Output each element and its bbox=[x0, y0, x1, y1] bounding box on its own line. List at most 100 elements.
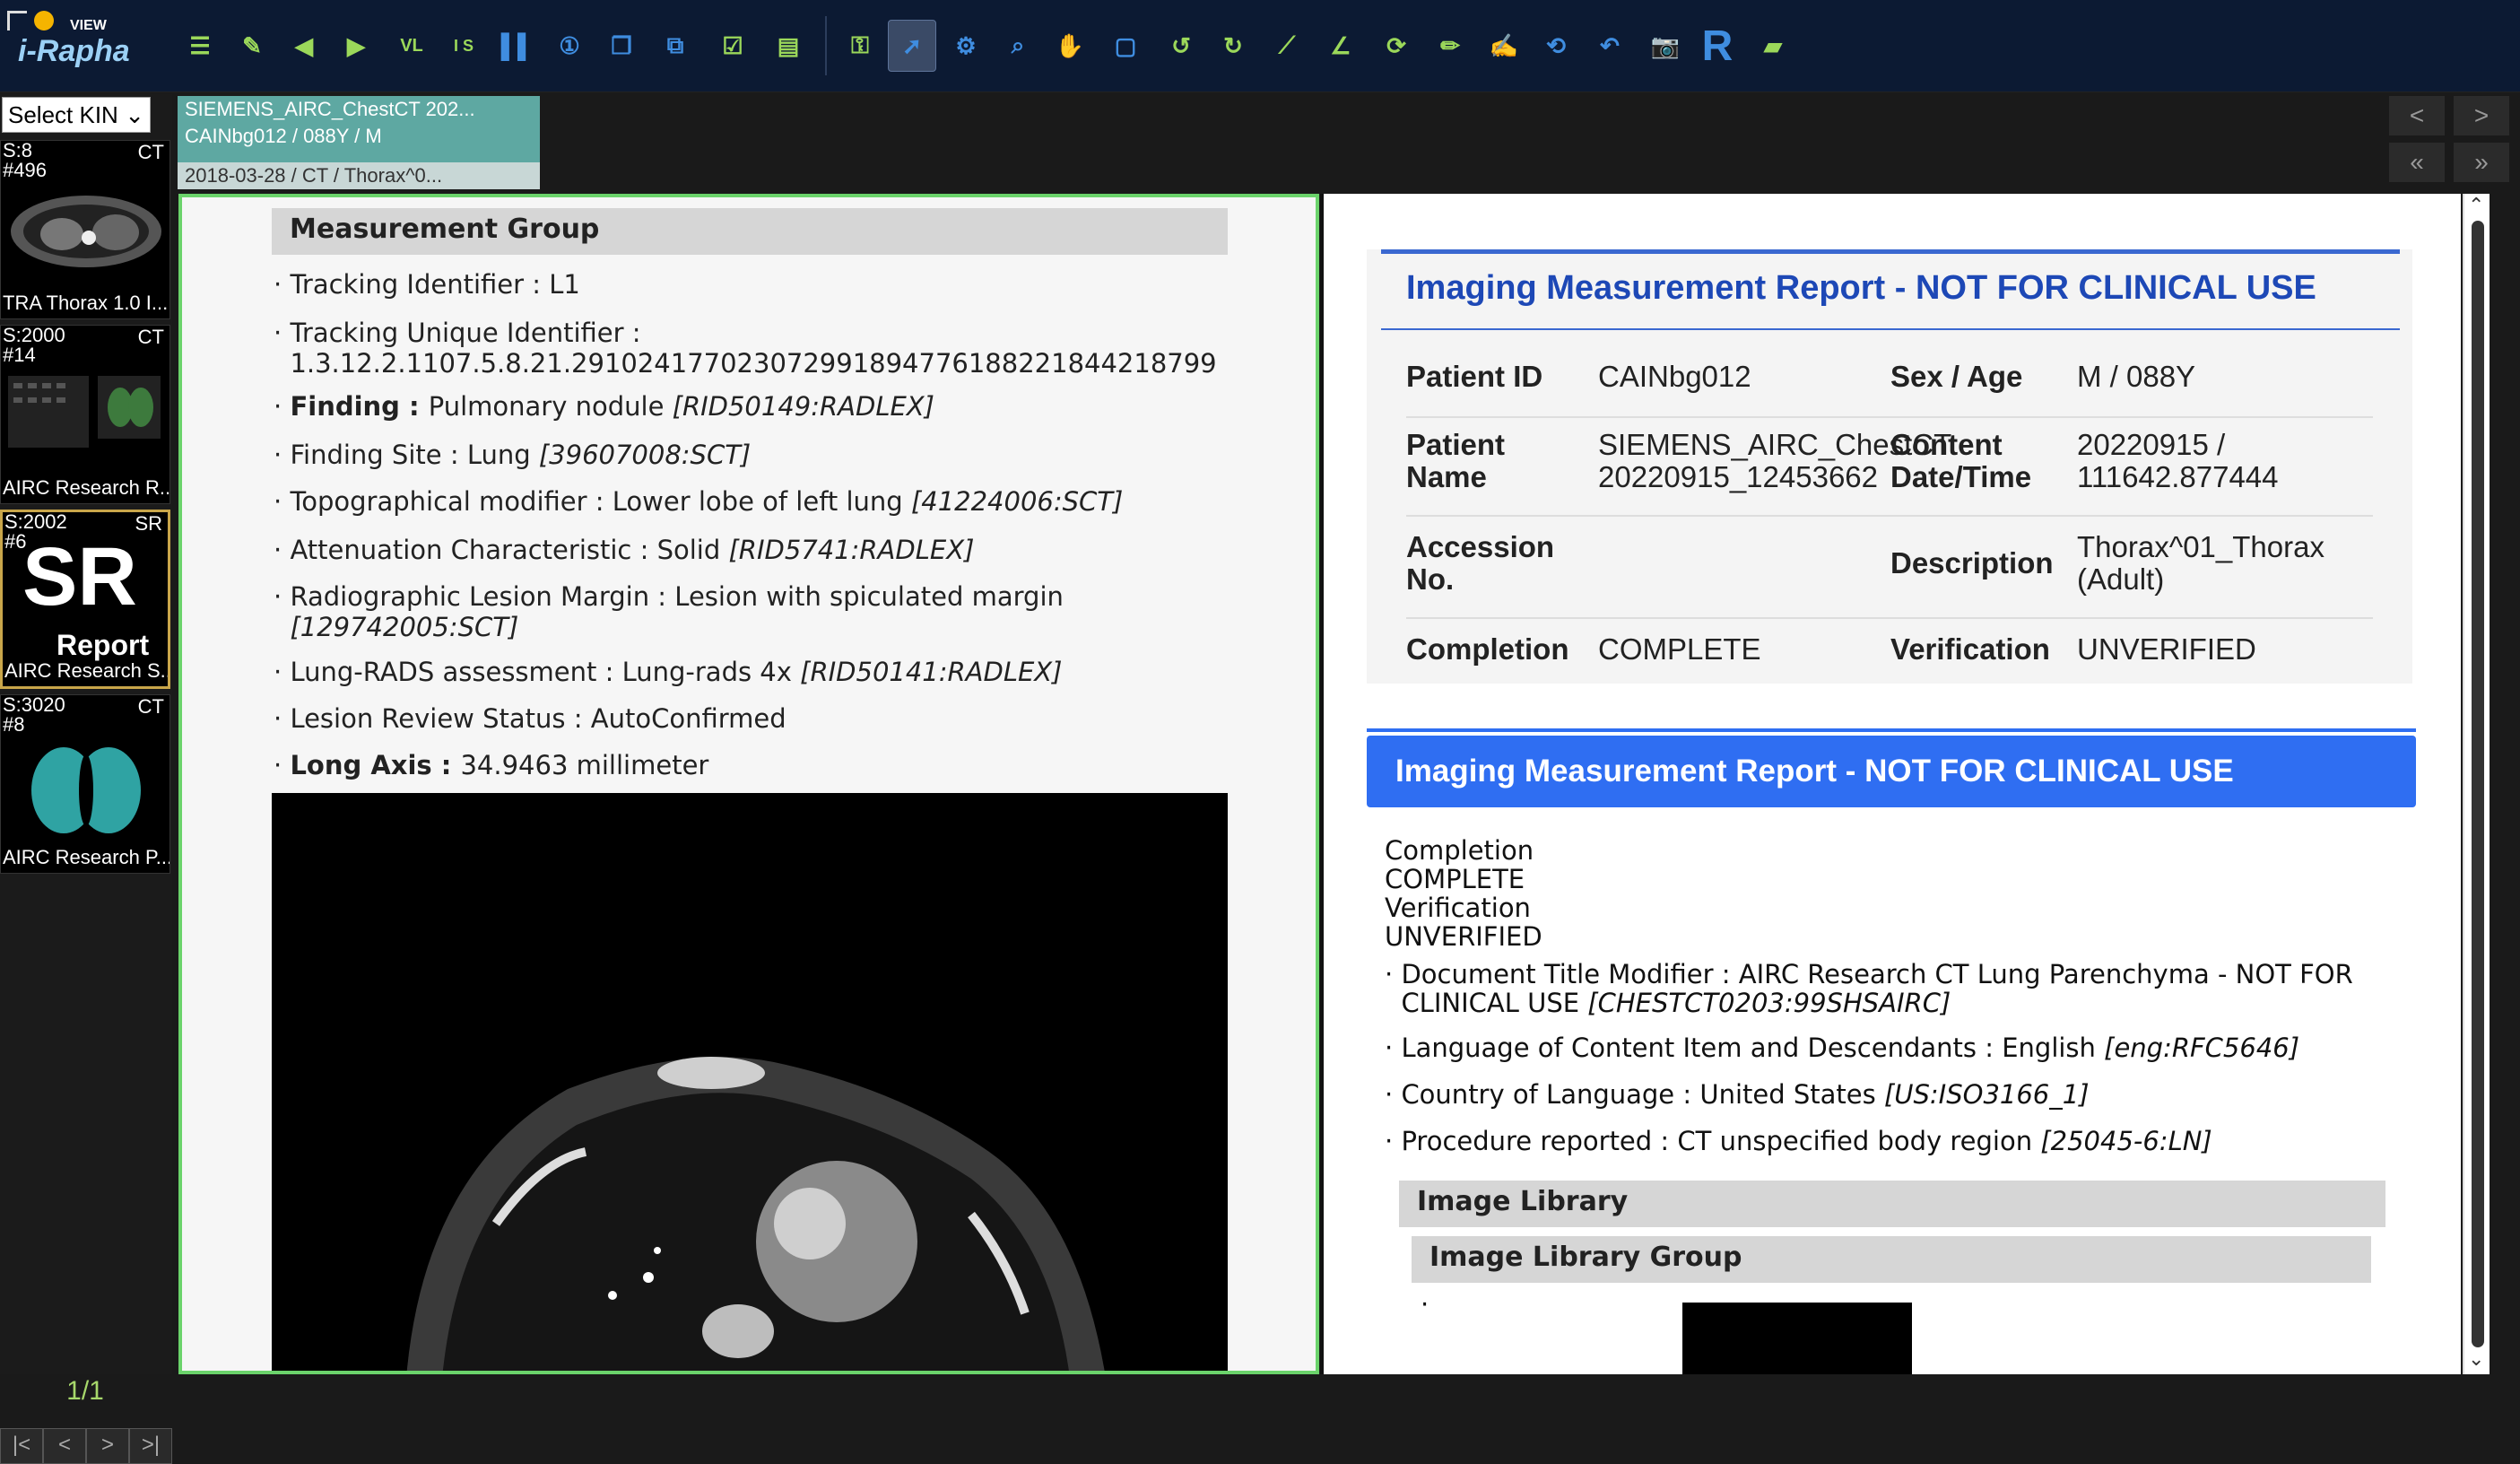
status-dot-icon bbox=[34, 11, 54, 30]
report-title: Imaging Measurement Report - NOT FOR CLI… bbox=[1406, 269, 2316, 307]
sync-icon[interactable]: ⟲ bbox=[1532, 20, 1580, 72]
tracking-uid-row: · Tracking Unique Identifier : 1.3.12.2.… bbox=[274, 318, 1217, 379]
notes-icon[interactable]: ✎ bbox=[228, 20, 276, 72]
study-title: SIEMENS_AIRC_ChestCT 202... bbox=[185, 98, 475, 120]
angle-icon[interactable]: ∠ bbox=[1316, 20, 1365, 72]
rotate-right-icon[interactable]: ↻ bbox=[1209, 20, 1257, 72]
report-icon[interactable]: ▤ bbox=[764, 20, 812, 72]
topographical-modifier-row: · Topographical modifier : Lower lobe of… bbox=[274, 486, 1124, 517]
prev-study-button[interactable]: < bbox=[2389, 96, 2445, 135]
prev-page-button[interactable]: < bbox=[43, 1428, 86, 1464]
modality-label: CT bbox=[137, 141, 164, 163]
chest-ct-slice bbox=[406, 1057, 1105, 1371]
stack-icon[interactable]: ❐ bbox=[597, 20, 646, 72]
annotate-icon[interactable]: ✍ bbox=[1480, 20, 1528, 72]
scroll-down-icon[interactable]: ⌄ bbox=[2468, 1347, 2484, 1371]
tracking-id-row: · Tracking Identifier : L1 bbox=[274, 269, 580, 300]
right-edge bbox=[2490, 194, 2520, 1374]
report-section-header: Imaging Measurement Report - NOT FOR CLI… bbox=[1367, 736, 2416, 807]
reset-icon[interactable]: ⟳ bbox=[1372, 20, 1421, 72]
ct-thumbnail-image bbox=[11, 196, 161, 267]
sr-sub-label: Report bbox=[56, 629, 150, 661]
logo-view-text: VIEW bbox=[70, 18, 107, 33]
gear-icon[interactable]: ⚙ bbox=[942, 20, 990, 72]
toolbar-separator bbox=[825, 16, 827, 75]
last-study-button[interactable]: » bbox=[2454, 143, 2509, 182]
fullscreen-icon[interactable] bbox=[7, 11, 27, 30]
report-panel[interactable]: Imaging Measurement Report - NOT FOR CLI… bbox=[1320, 194, 2461, 1374]
report-scrollbar[interactable]: ⌃ ⌄ bbox=[2463, 194, 2490, 1374]
series-info: S:3020 #8 bbox=[3, 694, 65, 736]
language-row: · Language of Content Item and Descendan… bbox=[1385, 1033, 2300, 1063]
camera-icon[interactable]: 📷 bbox=[1641, 20, 1690, 72]
completion-label: Completion bbox=[1406, 632, 1569, 666]
list-icon[interactable]: ☰ bbox=[176, 20, 224, 72]
sr-big-label: SR bbox=[22, 531, 137, 623]
series-thumbnail[interactable]: S:3020 #8 CT AIRC Research P... bbox=[0, 694, 170, 874]
pencil-icon[interactable]: ✏ bbox=[1426, 20, 1474, 72]
content-datetime-label: Content Date/Time bbox=[1890, 428, 2032, 493]
lung-thumbnail-image bbox=[31, 747, 141, 833]
series-info: S:8 #496 bbox=[3, 140, 47, 181]
series-thumbnail-active[interactable]: S:2002 #6 SR SR Report AIRC Research S... bbox=[0, 510, 170, 689]
zoom-icon[interactable]: ⌕ bbox=[994, 20, 1042, 72]
ruler-icon[interactable]: ⟋ bbox=[1263, 20, 1311, 72]
scroll-up-icon[interactable]: ⌃ bbox=[2468, 194, 2484, 217]
measurement-panel[interactable]: Measurement Group · Tracking Identifier … bbox=[178, 194, 1319, 1374]
one-icon[interactable]: ① bbox=[545, 20, 594, 72]
image-library-group-header: Image Library Group bbox=[1412, 1236, 2371, 1283]
check-icon[interactable]: ☑ bbox=[708, 20, 757, 72]
prev-icon[interactable]: ◀ bbox=[280, 20, 328, 72]
export-icon[interactable]: ▰ bbox=[1749, 20, 1797, 72]
split-icon[interactable]: ⧉ bbox=[651, 20, 700, 72]
verification-text-value: UNVERIFIED bbox=[1385, 921, 1542, 952]
modality-label: CT bbox=[137, 695, 164, 718]
study-tab[interactable]: SIEMENS_AIRC_ChestCT 202... CAINbg012 / … bbox=[178, 96, 540, 189]
patient-id-value: CAINbg012 bbox=[1598, 360, 1751, 393]
undo-icon[interactable]: ↶ bbox=[1586, 20, 1634, 72]
series-description: TRA Thorax 1.0 I... bbox=[3, 292, 169, 314]
procedure-row: · Procedure reported : CT unspecified bo… bbox=[1385, 1126, 2212, 1156]
chevron-down-icon: ⌄ bbox=[125, 100, 144, 128]
library-image-thumbnail[interactable] bbox=[1682, 1303, 1912, 1374]
next-icon[interactable]: ▶ bbox=[332, 20, 380, 72]
patient-id-label: Patient ID bbox=[1406, 360, 1543, 393]
last-page-button[interactable]: >| bbox=[129, 1428, 172, 1464]
accession-label: Accession No. bbox=[1406, 530, 1555, 596]
first-study-button[interactable]: « bbox=[2389, 143, 2445, 182]
scroll-thumb[interactable] bbox=[2472, 221, 2484, 1347]
row-divider bbox=[1406, 617, 2373, 619]
ct-image[interactable] bbox=[272, 793, 1228, 1371]
series-pager: |< < > >| bbox=[0, 1428, 172, 1464]
vl-icon[interactable]: VL bbox=[387, 20, 436, 72]
card-top-rule bbox=[1381, 249, 2400, 254]
sex-age-label: Sex / Age bbox=[1890, 360, 2023, 393]
next-study-button[interactable]: > bbox=[2454, 96, 2509, 135]
long-axis-row: · Long Axis : 34.9463 millimeter bbox=[274, 750, 709, 780]
pan-icon[interactable]: ✋ bbox=[1046, 20, 1094, 72]
kin-select[interactable]: Select KIN ⌄ bbox=[2, 97, 151, 133]
next-page-button[interactable]: > bbox=[86, 1428, 129, 1464]
fit-icon[interactable]: ▢ bbox=[1101, 20, 1150, 72]
first-page-button[interactable]: |< bbox=[0, 1428, 43, 1464]
content-datetime-value: 20220915 /111642.877444 bbox=[2077, 428, 2279, 493]
modality-label: CT bbox=[137, 326, 164, 348]
series-thumbnail[interactable]: S:8 #496 CT TRA Thorax 1.0 I... bbox=[0, 140, 170, 319]
completion-text-value: COMPLETE bbox=[1385, 864, 1525, 894]
series-thumbnail[interactable]: S:2000 #14 CT AIRC Research R... bbox=[0, 325, 170, 504]
series-sidebar: Select KIN ⌄ S:8 #496 CT TRA Thorax 1.0 I… bbox=[0, 93, 172, 1464]
app-logo: VIEW i-Rapha bbox=[7, 5, 169, 86]
layout-icon[interactable]: ▌▌ bbox=[493, 20, 542, 72]
verification-label: Verification bbox=[1890, 632, 2050, 666]
measurement-group-header: Measurement Group bbox=[272, 208, 1228, 255]
bullet-marker: · bbox=[1421, 1289, 1429, 1320]
series-description: AIRC Research S... bbox=[4, 659, 170, 682]
pointer-icon[interactable]: ➚ bbox=[888, 20, 936, 72]
is-icon[interactable]: I S bbox=[439, 20, 488, 72]
r-icon[interactable]: R bbox=[1693, 20, 1742, 72]
report-summary-card: Imaging Measurement Report - NOT FOR CLI… bbox=[1367, 249, 2412, 684]
main-toolbar: VIEW i-Rapha ☰ ✎ ◀ ▶ VL I S ▌▌ ① ❐ ⧉ ☑ ▤… bbox=[0, 0, 2520, 92]
rotate-left-icon[interactable]: ↺ bbox=[1157, 20, 1205, 72]
key-icon[interactable]: ⚿ bbox=[836, 20, 884, 72]
completion-value: COMPLETE bbox=[1598, 632, 1761, 666]
